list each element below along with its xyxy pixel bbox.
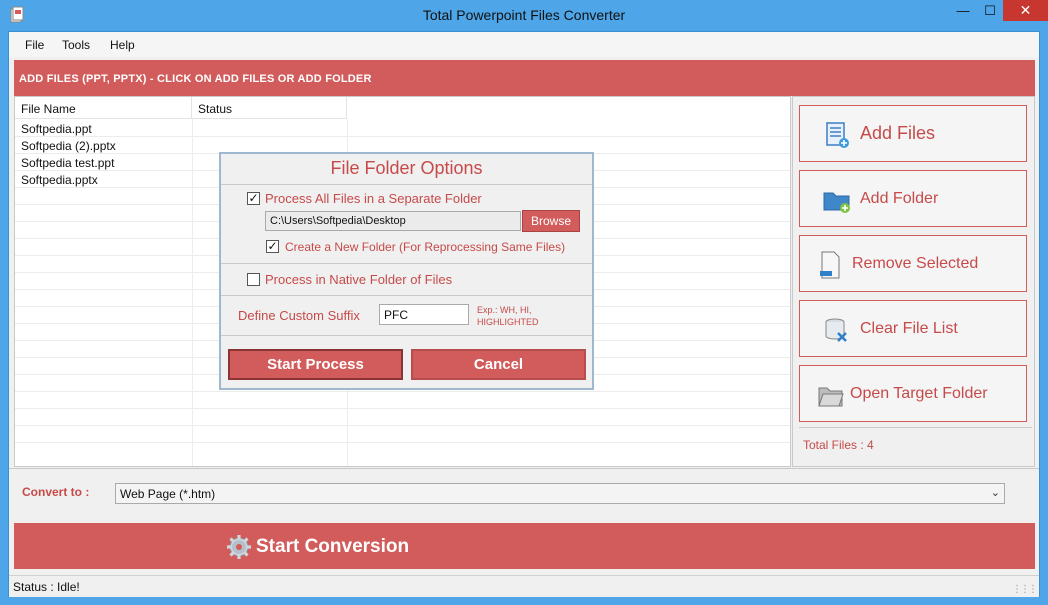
remove-selected-label: Remove Selected	[852, 255, 979, 272]
suffix-hint: Exp.: WH, HI, HIGHLIGHTED	[477, 304, 539, 328]
close-button[interactable]: ✕	[1003, 0, 1048, 21]
add-folder-icon	[823, 192, 850, 213]
grid-divider	[15, 425, 790, 426]
resize-grip-icon[interactable]: ⋮⋮⋮	[1012, 584, 1038, 595]
suffix-label: Define Custom Suffix	[238, 308, 360, 323]
convert-section: Convert to : Web Page (*.htm) ⌄	[9, 468, 1039, 520]
file-folder-options-dialog: File Folder Options ✓ Process All Files …	[219, 152, 594, 390]
new-folder-label: Create a New Folder (For Reprocessing Sa…	[285, 240, 566, 254]
add-folder-button[interactable]: Add Folder	[799, 170, 1027, 227]
maximize-button[interactable]: ☐	[977, 0, 1003, 21]
table-row[interactable]: Softpedia (2).pptx	[21, 139, 116, 153]
output-format-select[interactable]: Web Page (*.htm) ⌄	[115, 483, 1005, 504]
separate-folder-label: Process All Files in a Separate Folder	[265, 191, 482, 206]
open-target-folder-button[interactable]: Open Target Folder	[799, 365, 1027, 422]
separate-folder-checkbox[interactable]: ✓	[247, 192, 260, 205]
menu-bar: File Tools Help	[9, 32, 1039, 57]
browse-button[interactable]: Browse	[522, 210, 580, 232]
action-panel: Add Files Add Folder Remove Selected Cle…	[792, 96, 1035, 467]
clear-file-list-label: Clear File List	[860, 320, 958, 337]
total-files-box: Total Files : 4	[799, 427, 1032, 457]
output-format-value: Web Page (*.htm)	[120, 487, 216, 501]
native-folder-checkbox[interactable]	[247, 273, 260, 286]
dialog-divider	[221, 295, 592, 296]
remove-selected-icon	[820, 251, 840, 279]
grid-divider	[192, 119, 193, 466]
add-files-icon	[826, 122, 849, 148]
table-row[interactable]: Softpedia test.ppt	[21, 156, 114, 170]
clear-list-icon	[825, 318, 847, 342]
suffix-hint-line: Exp.: WH, HI,	[477, 305, 532, 315]
column-file-name[interactable]: File Name	[15, 97, 192, 119]
column-status[interactable]: Status	[192, 97, 347, 119]
menu-help[interactable]: Help	[110, 38, 135, 52]
grid-divider	[15, 136, 790, 137]
minimize-button[interactable]: —	[950, 0, 976, 21]
menu-tools[interactable]: Tools	[62, 38, 90, 52]
start-conversion-button[interactable]: Start Conversion	[14, 523, 1035, 569]
grid-divider	[15, 442, 790, 443]
total-files-count: Total Files : 4	[803, 438, 874, 452]
gear-icon	[227, 535, 251, 559]
target-path-input[interactable]: C:\Users\Softpedia\Desktop	[265, 211, 521, 231]
dialog-divider	[221, 184, 592, 185]
add-files-label: Add Files	[860, 123, 936, 143]
status-text: Status : Idle!	[13, 580, 80, 594]
suffix-hint-line: HIGHLIGHTED	[477, 317, 539, 327]
grid-divider	[15, 391, 790, 392]
table-row[interactable]: Softpedia.pptx	[21, 173, 98, 187]
cancel-button[interactable]: Cancel	[411, 349, 586, 380]
add-files-button[interactable]: Add Files	[799, 105, 1027, 162]
remove-selected-button[interactable]: Remove Selected	[799, 235, 1027, 292]
clear-file-list-button[interactable]: Clear File List	[799, 300, 1027, 357]
open-folder-icon	[818, 387, 844, 407]
add-folder-label: Add Folder	[860, 190, 939, 207]
add-files-header: ADD FILES (PPT, PPTX) - CLICK ON ADD FIL…	[14, 60, 1035, 96]
dialog-divider	[221, 335, 592, 336]
dialog-title: File Folder Options	[330, 158, 483, 178]
native-folder-label: Process in Native Folder of Files	[265, 272, 453, 287]
dialog-divider	[221, 263, 592, 264]
suffix-input[interactable]: PFC	[379, 304, 469, 325]
chevron-down-icon: ⌄	[990, 487, 1000, 499]
status-bar: Status : Idle! ⋮⋮⋮	[9, 575, 1039, 597]
menu-file[interactable]: File	[25, 38, 44, 52]
header-text: ADD FILES (PPT, PPTX) - CLICK ON ADD FIL…	[19, 73, 372, 85]
table-row[interactable]: Softpedia.ppt	[21, 122, 92, 136]
start-conversion-label: Start Conversion	[256, 536, 410, 557]
title-bar[interactable]: Total Powerpoint Files Converter — ☐ ✕	[0, 0, 1048, 31]
window-title: Total Powerpoint Files Converter	[422, 7, 626, 23]
open-target-folder-label: Open Target Folder	[850, 385, 988, 402]
grid-divider	[15, 408, 790, 409]
start-process-button[interactable]: Start Process	[228, 349, 403, 380]
convert-to-label: Convert to :	[22, 485, 90, 499]
new-folder-checkbox[interactable]: ✓	[266, 240, 279, 253]
